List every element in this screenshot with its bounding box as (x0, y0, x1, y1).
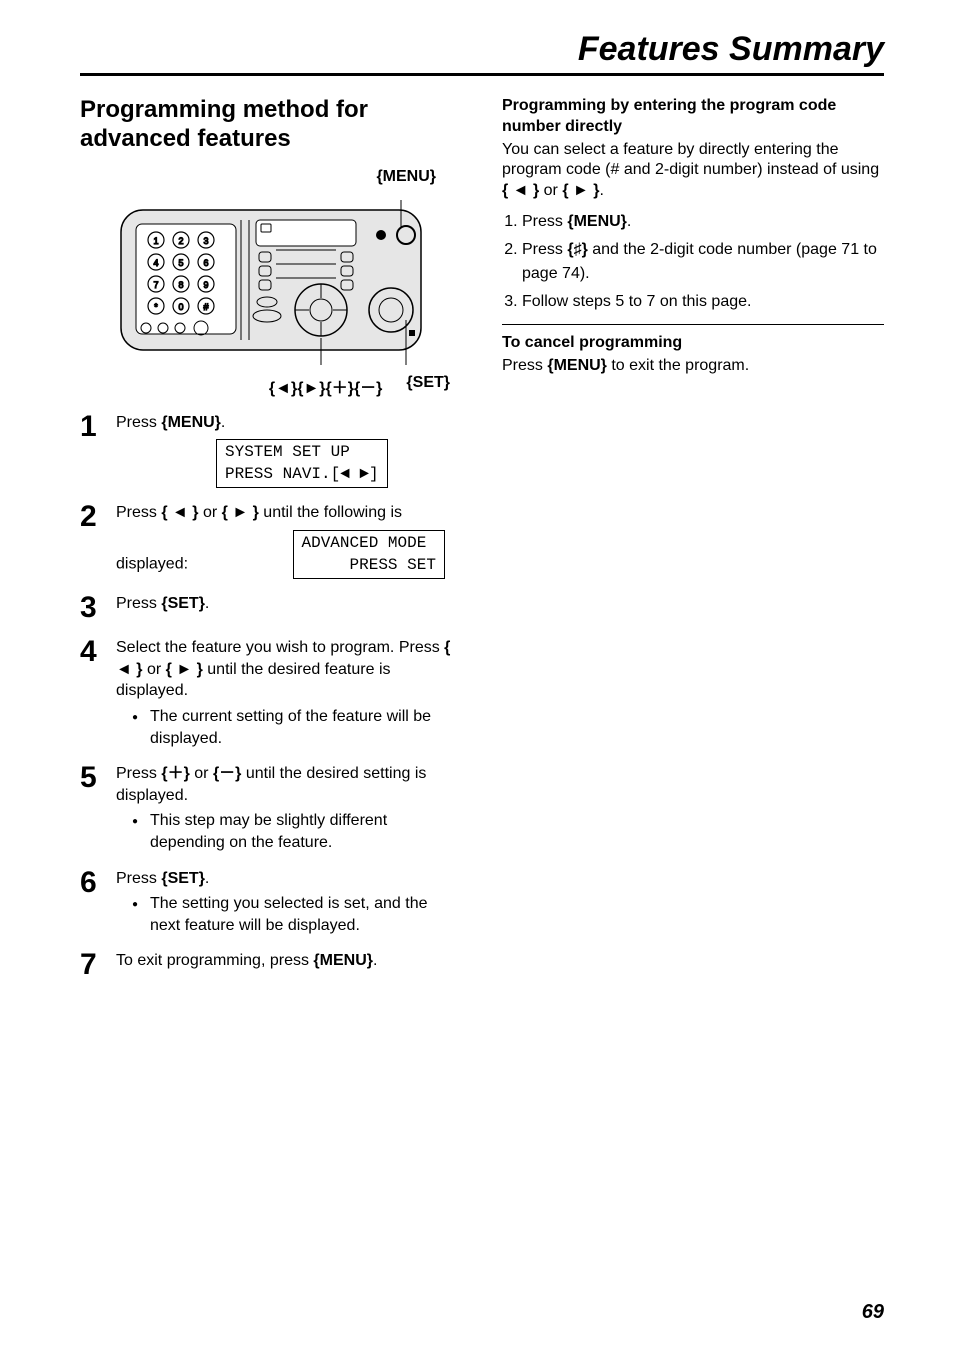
step-body: To exit programming, press {MENU}. (116, 950, 377, 972)
svg-text:5: 5 (178, 258, 183, 268)
svg-text:*: * (154, 302, 158, 312)
paragraph: You can select a feature by directly ent… (502, 140, 884, 202)
menu-key: {MENU} (547, 357, 607, 374)
svg-text:4: 4 (153, 258, 158, 268)
svg-text:9: 9 (203, 280, 208, 290)
step-body: Press {MENU}. SYSTEM SET UP PRESS NAVI.[… (116, 412, 462, 489)
svg-text:3: 3 (203, 236, 208, 246)
set-callout-label: {SET} (406, 374, 450, 398)
step-number: 5 (80, 763, 116, 793)
menu-key: {MENU} (161, 414, 221, 431)
left-key: { ◄ } (502, 182, 539, 199)
bullet-item: The setting you selected is set, and the… (136, 893, 462, 936)
page-title: Features Summary (80, 30, 884, 76)
page-number: 69 (862, 1301, 884, 1324)
step-body: Select the feature you wish to program. … (116, 637, 462, 749)
nav-callout-label: {◄}{►}{＋}{－} (269, 374, 383, 398)
step-body: Press { ◄ } or { ► } until the following… (116, 502, 462, 579)
svg-text:6: 6 (203, 258, 208, 268)
subheading-direct-code: Programming by entering the program code… (502, 96, 884, 138)
lcd-display: ADVANCED MODE PRESS SET (293, 530, 445, 579)
step-number: 4 (80, 637, 116, 667)
lcd-display: SYSTEM SET UP PRESS NAVI.[◄ ►] (216, 439, 388, 488)
svg-text:1: 1 (153, 236, 158, 246)
step-body: Press {SET}. The setting you selected is… (116, 868, 462, 937)
menu-key: {MENU} (567, 213, 627, 230)
step-number: 6 (80, 868, 116, 898)
set-key: {SET} (161, 595, 205, 612)
step-number: 7 (80, 950, 116, 980)
svg-text:0: 0 (178, 302, 183, 312)
svg-text:2: 2 (178, 236, 183, 246)
step-body: Press {＋} or {－} until the desired setti… (116, 763, 462, 853)
subheading-cancel: To cancel programming (502, 333, 884, 354)
right-key: { ► } (222, 504, 259, 521)
menu-callout-label: {MENU} (80, 168, 462, 186)
svg-text:#: # (203, 302, 208, 312)
menu-key: {MENU} (313, 952, 373, 969)
step-number: 3 (80, 593, 116, 623)
list-item: Press {MENU}. (522, 210, 884, 234)
numbered-list: Press {MENU}. Press {♯} and the 2-digit … (502, 210, 884, 314)
section-heading: Programming method for advanced features (80, 96, 462, 154)
bullet-item: The current setting of the feature will … (136, 706, 462, 749)
minus-key: {－} (213, 765, 241, 782)
step-number: 2 (80, 502, 116, 532)
svg-text:7: 7 (153, 280, 158, 290)
divider (502, 324, 884, 325)
hash-key: {♯} (567, 241, 587, 258)
step-body: Press {SET}. (116, 593, 209, 615)
set-key: {SET} (161, 870, 205, 887)
left-key: { ◄ } (161, 504, 198, 521)
right-key: { ► } (166, 661, 203, 678)
device-illustration: 1 2 3 4 5 6 7 8 9 * 0 # (111, 190, 431, 370)
right-key: { ► } (562, 182, 599, 199)
bullet-item: This step may be slightly different depe… (136, 810, 462, 853)
svg-text:8: 8 (178, 280, 183, 290)
paragraph: Press {MENU} to exit the program. (502, 356, 884, 377)
step-number: 1 (80, 412, 116, 442)
list-item: Follow steps 5 to 7 on this page. (522, 290, 884, 314)
plus-key: {＋} (161, 765, 189, 782)
list-item: Press {♯} and the 2-digit code number (p… (522, 238, 884, 286)
